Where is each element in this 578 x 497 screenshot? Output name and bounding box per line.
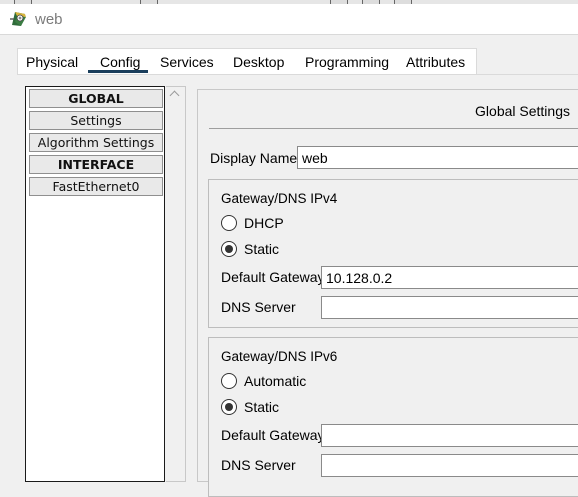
ipv4-dhcp-label: DHCP	[244, 215, 284, 231]
ipv4-dns-server-field[interactable]	[321, 296, 578, 319]
ipv6-default-gateway-field[interactable]	[321, 424, 578, 447]
ipv6-gateway-dns-group: Gateway/DNS IPv6 Automatic Static Defaul…	[208, 337, 578, 497]
ipv6-dns-server-label: DNS Server	[221, 457, 296, 473]
tab-physical[interactable]: Physical	[26, 54, 78, 70]
section-divider	[209, 128, 578, 129]
section-title: Global Settings	[475, 103, 570, 119]
sidebar-header-global: GLOBAL	[29, 89, 163, 108]
ipv6-static-label: Static	[244, 399, 280, 415]
ipv4-gateway-dns-group: Gateway/DNS IPv4 DHCP Static Default Gat…	[208, 179, 578, 328]
ipv4-static-label: Static	[244, 241, 280, 257]
ipv4-dns-server-label: DNS Server	[221, 299, 296, 315]
display-name-field[interactable]	[297, 146, 578, 169]
tab-attributes[interactable]: Attributes	[406, 54, 465, 70]
scroll-up-arrow-icon[interactable]	[169, 90, 180, 101]
tab-programming[interactable]: Programming	[305, 54, 389, 70]
sidebar-item-fastethernet0[interactable]: FastEthernet0	[29, 177, 163, 196]
device-config-window: Physical Config Services Desktop Program…	[3, 37, 578, 497]
ipv6-group-title: Gateway/DNS IPv6	[221, 349, 338, 364]
ipv4-static-radio[interactable]	[221, 241, 237, 257]
ipv6-automatic-label: Automatic	[244, 373, 307, 389]
ipv6-static-radio[interactable]	[221, 399, 237, 415]
packet-tracer-device-icon	[10, 12, 26, 26]
ipv6-dns-server-field[interactable]	[321, 454, 578, 477]
tab-desktop[interactable]: Desktop	[233, 54, 284, 70]
tab-config[interactable]: Config	[100, 54, 140, 70]
sidebar-scrollbar[interactable]	[166, 86, 186, 482]
global-settings-panel: Global Settings Display Name Gateway/DNS…	[197, 89, 578, 497]
ipv4-default-gateway-label: Default Gateway	[221, 269, 325, 285]
ipv4-dhcp-radio[interactable]	[221, 215, 237, 231]
ipv4-group-title: Gateway/DNS IPv4	[221, 191, 338, 206]
ipv6-automatic-radio[interactable]	[221, 373, 237, 389]
sidebar-item-settings[interactable]: Settings	[29, 111, 163, 130]
ipv6-default-gateway-label: Default Gateway	[221, 427, 325, 443]
active-tab-indicator	[88, 70, 148, 73]
sidebar-header-interface: INTERFACE	[29, 155, 163, 174]
config-sidebar: GLOBAL Settings Algorithm Settings INTER…	[25, 86, 165, 482]
window-title: web	[35, 11, 63, 28]
tab-services[interactable]: Services	[160, 54, 214, 70]
window-titlebar[interactable]: web	[0, 4, 578, 35]
display-name-label: Display Name	[210, 150, 298, 166]
tab-bar: Physical Config Services Desktop Program…	[17, 48, 477, 75]
ipv4-default-gateway-field[interactable]	[321, 266, 578, 289]
tab-panel-divider	[17, 74, 578, 75]
sidebar-item-algorithm-settings[interactable]: Algorithm Settings	[29, 133, 163, 152]
